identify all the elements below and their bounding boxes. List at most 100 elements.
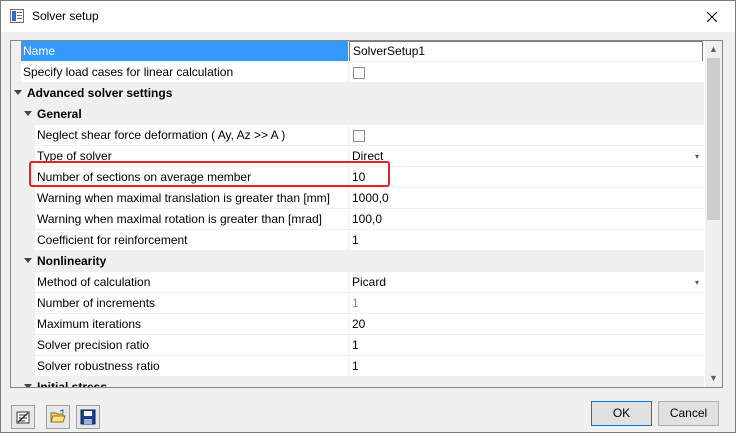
- scroll-down-icon[interactable]: ▼: [705, 370, 722, 387]
- column-separator: [348, 125, 349, 146]
- category-row[interactable]: Nonlinearity: [11, 251, 704, 272]
- property-row[interactable]: Warning when maximal translation is grea…: [11, 188, 704, 209]
- close-icon: [707, 11, 717, 22]
- category-label: Nonlinearity: [37, 254, 107, 268]
- property-value-text: 1: [352, 338, 359, 352]
- property-row[interactable]: Solver precision ratio 1: [11, 335, 704, 356]
- row-indent: [21, 314, 35, 335]
- row-gutter: [11, 272, 21, 293]
- property-name[interactable]: Maximum iterations: [35, 314, 348, 335]
- property-name[interactable]: Number of increments: [35, 293, 348, 314]
- property-row[interactable]: Coefficient for reinforcement 1: [11, 230, 704, 251]
- property-value-text: 1: [352, 359, 359, 373]
- property-name[interactable]: Method of calculation: [35, 272, 348, 293]
- row-indent: [21, 146, 35, 167]
- property-value-text: 1: [352, 296, 359, 310]
- property-value-text: 1: [352, 233, 359, 247]
- property-grid[interactable]: Name SolverSetup1 Specify load cases for l…: [10, 40, 723, 388]
- clear-button[interactable]: [11, 405, 35, 429]
- property-value-text: 10: [352, 170, 366, 184]
- property-row[interactable]: Method of calculation Picard ▾: [11, 272, 704, 293]
- property-value[interactable]: 1: [349, 335, 704, 356]
- save-icon: [80, 409, 96, 425]
- row-gutter: [11, 377, 21, 387]
- property-row[interactable]: Name SolverSetup1: [11, 41, 704, 62]
- property-name[interactable]: Name: [21, 41, 348, 62]
- scroll-thumb[interactable]: [707, 58, 720, 220]
- row-indent: [21, 272, 35, 293]
- dropdown-arrow-icon[interactable]: ▾: [692, 146, 702, 167]
- category-row[interactable]: General: [11, 104, 704, 125]
- expand-collapse-icon[interactable]: [14, 90, 22, 95]
- property-row[interactable]: Type of solver Direct ▾: [11, 146, 704, 167]
- open-button[interactable]: [46, 405, 70, 429]
- property-name[interactable]: Type of solver: [35, 146, 348, 167]
- property-name[interactable]: Solver precision ratio: [35, 335, 348, 356]
- category-row[interactable]: Advanced solver settings: [11, 83, 704, 104]
- property-row[interactable]: Specify load cases for linear calculatio…: [11, 62, 704, 83]
- property-row[interactable]: Number of increments 1: [11, 293, 704, 314]
- row-indent: [21, 209, 35, 230]
- property-name[interactable]: Number of sections on average member: [35, 167, 348, 188]
- row-gutter: [11, 230, 21, 251]
- property-value[interactable]: 1: [349, 230, 704, 251]
- name-input[interactable]: SolverSetup1: [349, 41, 703, 62]
- expand-collapse-icon[interactable]: [24, 111, 32, 116]
- row-indent: [21, 230, 35, 251]
- property-name[interactable]: Coefficient for reinforcement: [35, 230, 348, 251]
- property-value[interactable]: 100,0: [349, 209, 704, 230]
- cancel-button[interactable]: Cancel: [658, 401, 719, 426]
- row-indent: [21, 167, 35, 188]
- open-folder-icon: [50, 409, 66, 423]
- category-label: Advanced solver settings: [27, 86, 173, 100]
- property-value[interactable]: 1: [349, 356, 704, 377]
- row-gutter: [11, 41, 21, 62]
- clear-icon: [16, 411, 30, 424]
- row-gutter: [11, 125, 21, 146]
- property-value[interactable]: 1: [349, 293, 704, 314]
- property-checkbox[interactable]: [353, 130, 365, 142]
- property-value-text: 1000,0: [352, 191, 389, 205]
- vertical-scrollbar[interactable]: ▲ ▼: [705, 41, 722, 387]
- window-app-icon: [10, 9, 24, 23]
- row-gutter: [11, 356, 21, 377]
- scroll-up-icon[interactable]: ▲: [705, 41, 722, 58]
- property-name[interactable]: Warning when maximal rotation is greater…: [35, 209, 348, 230]
- property-row[interactable]: Solver robustness ratio 1: [11, 356, 704, 377]
- row-gutter: [11, 209, 21, 230]
- property-value[interactable]: 10: [349, 167, 704, 188]
- category-label: General: [37, 107, 82, 121]
- close-button[interactable]: [689, 1, 735, 32]
- row-gutter: [11, 146, 21, 167]
- property-row[interactable]: Number of sections on average member 10: [11, 167, 704, 188]
- category-row[interactable]: Initial stress: [11, 377, 704, 388]
- row-indent: [21, 335, 35, 356]
- property-checkbox[interactable]: [353, 67, 365, 79]
- property-row[interactable]: Warning when maximal rotation is greater…: [11, 209, 704, 230]
- property-value[interactable]: 20: [349, 314, 704, 335]
- ok-button[interactable]: OK: [591, 401, 652, 426]
- property-row[interactable]: Neglect shear force deformation ( Ay, Az…: [11, 125, 704, 146]
- expand-collapse-icon[interactable]: [24, 258, 32, 263]
- category-label: Initial stress: [37, 380, 108, 388]
- row-indent: [21, 356, 35, 377]
- row-gutter: [11, 314, 21, 335]
- save-button[interactable]: [76, 405, 100, 429]
- dropdown-arrow-icon[interactable]: ▾: [692, 272, 702, 293]
- column-separator: [348, 62, 349, 83]
- property-dropdown[interactable]: Picard ▾: [349, 272, 704, 293]
- property-name[interactable]: Neglect shear force deformation ( Ay, Az…: [35, 125, 348, 146]
- row-gutter: [11, 167, 21, 188]
- property-dropdown[interactable]: Direct ▾: [349, 146, 704, 167]
- solver-setup-dialog: Solver setup Name SolverSetup1 Specify loa…: [0, 0, 736, 433]
- row-gutter: [11, 62, 21, 83]
- property-name[interactable]: Solver robustness ratio: [35, 356, 348, 377]
- property-row[interactable]: Maximum iterations 20: [11, 314, 704, 335]
- row-indent: [21, 188, 35, 209]
- property-value-text: Direct: [352, 149, 384, 163]
- row-gutter: [11, 251, 21, 272]
- property-name[interactable]: Warning when maximal translation is grea…: [35, 188, 348, 209]
- expand-collapse-icon[interactable]: [24, 384, 32, 387]
- property-value[interactable]: 1000,0: [349, 188, 704, 209]
- property-name[interactable]: Specify load cases for linear calculatio…: [21, 62, 348, 83]
